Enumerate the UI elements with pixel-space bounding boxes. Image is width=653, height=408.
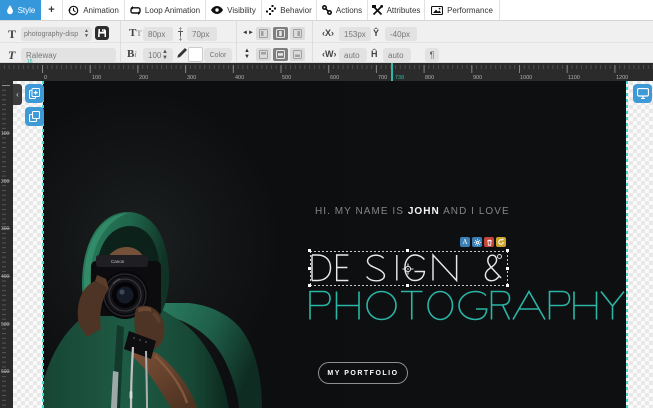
svg-text:100: 100 — [1, 131, 10, 137]
svg-text:400: 400 — [1, 274, 10, 280]
svg-text:500: 500 — [1, 322, 10, 328]
svg-text:200: 200 — [1, 179, 10, 185]
svg-text:600: 600 — [1, 369, 10, 375]
svg-text:300: 300 — [1, 226, 10, 232]
